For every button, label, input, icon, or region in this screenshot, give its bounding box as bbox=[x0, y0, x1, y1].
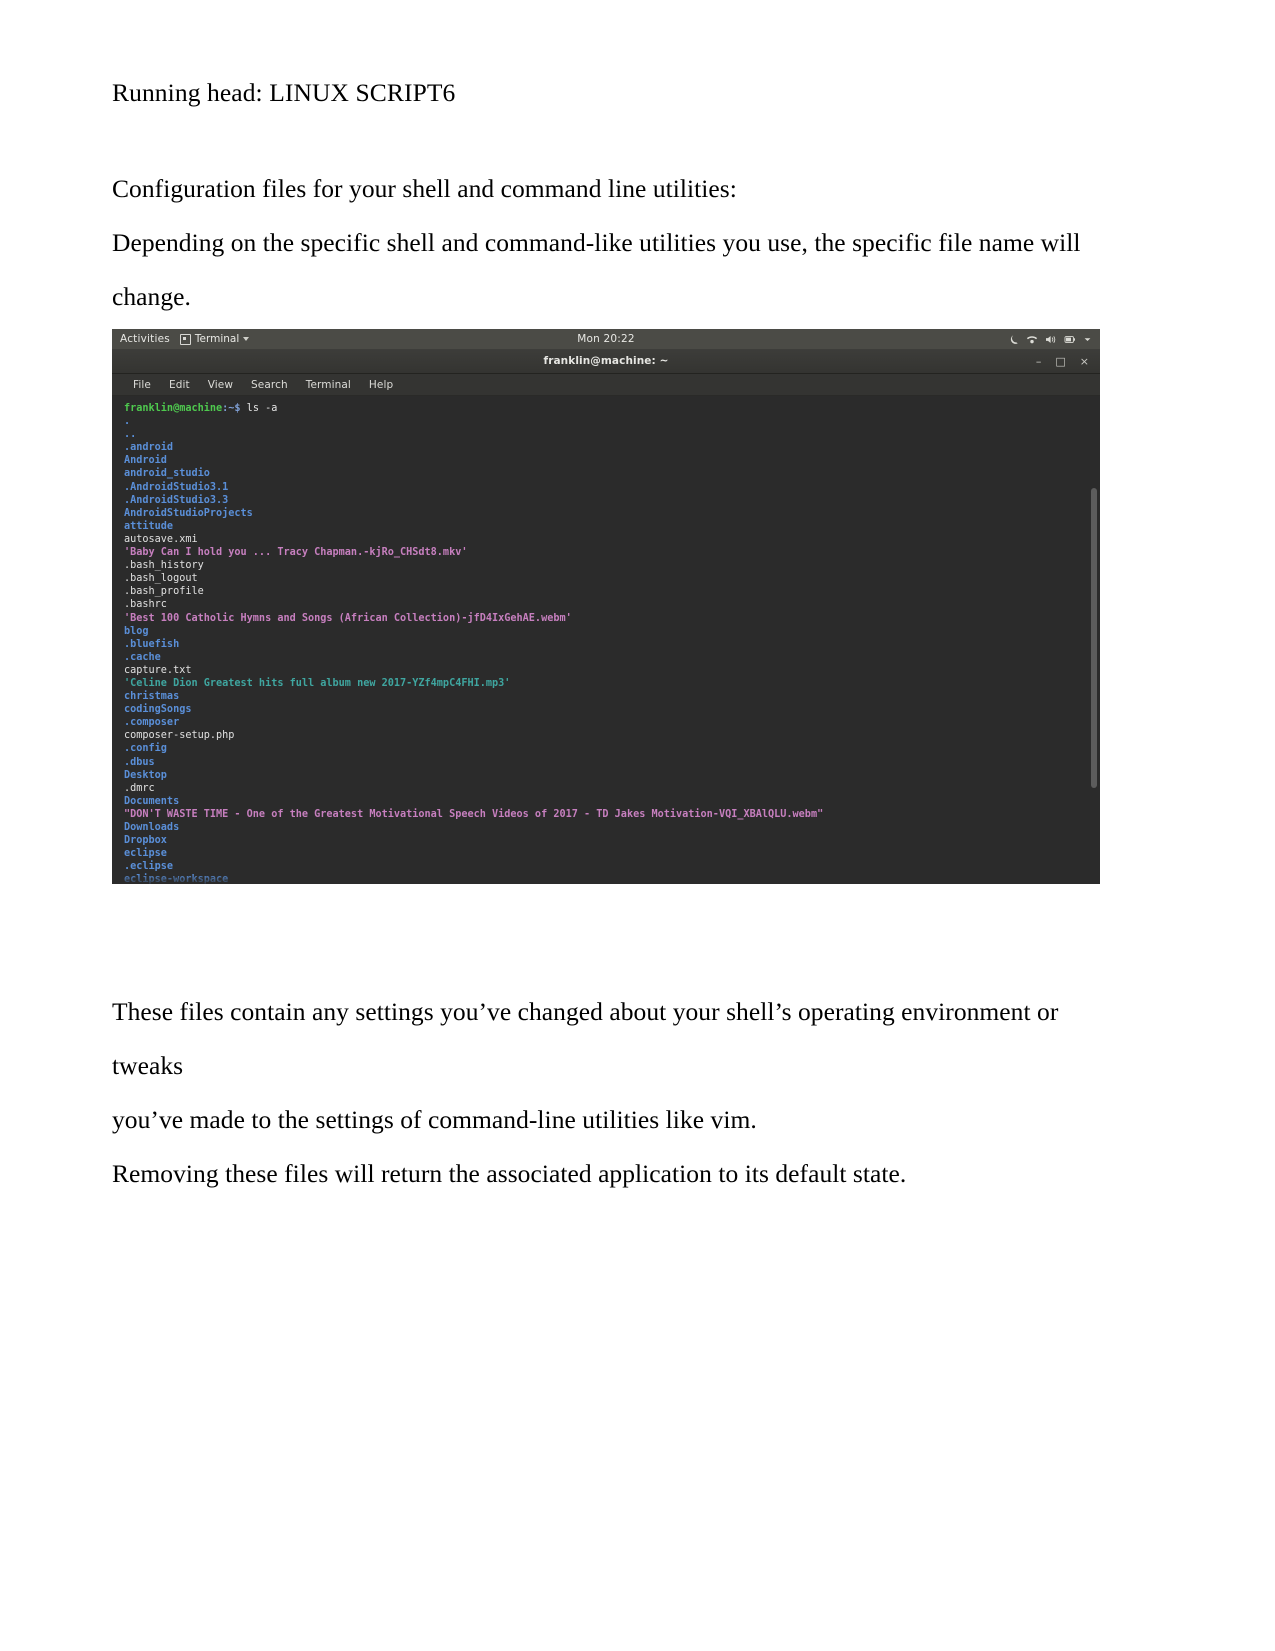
terminal-title: franklin@machine: ~ bbox=[543, 355, 669, 367]
prompt-path: :~$ bbox=[222, 403, 241, 414]
terminal-entry: attitude bbox=[124, 520, 174, 532]
paragraph-youve-made-settings: you’ve made to the settings of command-l… bbox=[112, 1105, 757, 1134]
terminal-entry: android_studio bbox=[124, 468, 210, 480]
terminal-menu-bar: File Edit View Search Terminal Help bbox=[112, 374, 1100, 396]
app-menu-label: Terminal bbox=[194, 333, 240, 345]
clock-label[interactable]: Mon 20:22 bbox=[112, 333, 1100, 345]
maximize-button[interactable]: □ bbox=[1055, 356, 1065, 367]
terminal-window: franklin@machine: ~ – □ × File Edit View… bbox=[112, 349, 1100, 884]
wifi-icon bbox=[1026, 334, 1038, 345]
app-menu-terminal[interactable]: Terminal bbox=[179, 333, 250, 345]
terminal-entry: Documents bbox=[124, 795, 180, 807]
menu-edit[interactable]: Edit bbox=[160, 377, 199, 393]
paragraph-removing-these-files: Removing these files will return the ass… bbox=[112, 1159, 907, 1188]
terminal-entry: 'Baby Can I hold you ... Tracy Chapman.-… bbox=[124, 547, 468, 559]
terminal-entry: composer-setup.php bbox=[124, 730, 235, 742]
terminal-lines: franklin@machine:~$ ls -a... .android Andr… bbox=[124, 402, 1100, 884]
close-button[interactable]: × bbox=[1080, 356, 1089, 367]
terminal-entry: .dbus bbox=[124, 756, 155, 768]
terminal-entry: AndroidStudioProjects bbox=[124, 507, 253, 519]
terminal-scrollbar[interactable] bbox=[1091, 488, 1097, 788]
terminal-entry: eclipse-workspace bbox=[124, 874, 229, 884]
menu-view[interactable]: View bbox=[199, 377, 242, 393]
terminal-prompt-line: franklin@machine:~$ ls -a bbox=[124, 402, 1100, 415]
terminal-entry: blog bbox=[124, 625, 149, 637]
terminal-entry: capture.txt bbox=[124, 664, 192, 676]
terminal-title-bar[interactable]: franklin@machine: ~ – □ × bbox=[112, 349, 1100, 374]
minimize-button[interactable]: – bbox=[1036, 356, 1042, 367]
terminal-entry: .eclipse bbox=[124, 861, 174, 873]
terminal-entry: "DON'T WASTE TIME - One of the Greatest … bbox=[124, 808, 824, 820]
terminal-entry: Android bbox=[124, 455, 167, 467]
paragraph-configuration-files: Configuration files for your shell and c… bbox=[112, 174, 737, 204]
menu-file[interactable]: File bbox=[124, 377, 160, 393]
terminal-icon bbox=[179, 333, 191, 345]
terminal-entry: christmas bbox=[124, 691, 180, 703]
menu-terminal[interactable]: Terminal bbox=[297, 377, 360, 393]
volume-icon bbox=[1045, 334, 1057, 345]
terminal-entry: .android bbox=[124, 442, 174, 454]
terminal-entry: . bbox=[124, 416, 131, 428]
prompt-user-host: franklin@machine bbox=[124, 403, 223, 414]
terminal-entry: 'Best 100 Catholic Hymns and Songs (Afri… bbox=[124, 612, 572, 624]
document-text-bottom: These files contain any settings you’ve … bbox=[112, 985, 1112, 1201]
terminal-entry: 'Celine Dion Greatest hits full album ne… bbox=[124, 677, 511, 689]
terminal-entry: autosave.xmi bbox=[124, 533, 198, 545]
terminal-entry: Downloads bbox=[124, 822, 180, 833]
terminal-entry: codingSongs bbox=[124, 704, 192, 716]
terminal-entry: .bash_profile bbox=[124, 586, 204, 598]
terminal-entry: .cache bbox=[124, 651, 161, 663]
paragraph-depending-on-shell: Depending on the specific shell and comm… bbox=[112, 228, 1081, 312]
prompt-command: ls -a bbox=[240, 403, 278, 414]
gnome-top-bar: Activities Terminal Mon 20:22 bbox=[112, 329, 1100, 349]
document-page: Running head: LINUX SCRIPT6 Configuratio… bbox=[0, 0, 1275, 1651]
terminal-entry: Desktop bbox=[124, 769, 167, 781]
system-tray[interactable] bbox=[1009, 334, 1092, 345]
terminal-entry: .composer bbox=[124, 717, 180, 729]
terminal-entry: .AndroidStudio3.1 bbox=[124, 481, 229, 493]
terminal-entry: .bash_logout bbox=[124, 573, 198, 585]
terminal-entry: Dropbox bbox=[124, 835, 167, 847]
chevron-down-icon bbox=[243, 337, 250, 341]
terminal-output-area[interactable]: franklin@machine:~$ ls -a... .android Andr… bbox=[112, 396, 1100, 884]
embedded-terminal-screenshot: Activities Terminal Mon 20:22 franklin@m… bbox=[112, 329, 1100, 884]
terminal-entry: .AndroidStudio3.3 bbox=[124, 494, 229, 506]
battery-icon bbox=[1064, 334, 1076, 345]
terminal-entry: .bashrc bbox=[124, 599, 167, 611]
paragraph-these-files-contain: These files contain any settings you’ve … bbox=[112, 997, 1059, 1080]
chevron-down-icon bbox=[1083, 334, 1092, 345]
terminal-entry: .bash_history bbox=[124, 560, 204, 572]
activities-button[interactable]: Activities bbox=[120, 333, 170, 345]
terminal-entry: .dmrc bbox=[124, 782, 155, 794]
menu-help[interactable]: Help bbox=[360, 377, 402, 393]
terminal-entry: .config bbox=[124, 743, 167, 755]
terminal-entry: .. bbox=[124, 429, 137, 441]
running-head: Running head: LINUX SCRIPT6 bbox=[112, 78, 456, 107]
terminal-entry: eclipse bbox=[124, 848, 167, 860]
terminal-entry: .bluefish bbox=[124, 638, 180, 650]
menu-search[interactable]: Search bbox=[242, 377, 297, 393]
night-mode-moon-icon bbox=[1009, 334, 1019, 345]
